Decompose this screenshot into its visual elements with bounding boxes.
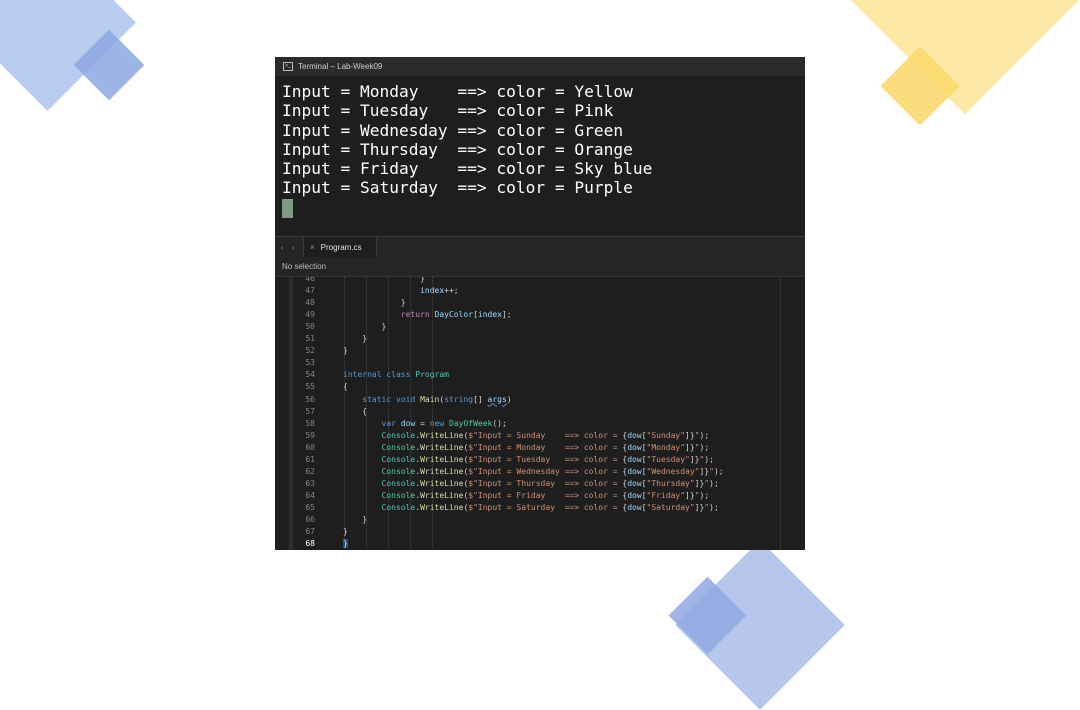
- code-line: }: [343, 334, 368, 344]
- selection-status: No selection: [275, 257, 805, 277]
- line-number: 62: [305, 466, 315, 476]
- line-number: 56: [305, 394, 315, 404]
- terminal-line: Input = Wednesday ==> color = Green: [282, 120, 624, 140]
- code-line: return DayColor[index];: [400, 310, 512, 320]
- terminal-cursor: [282, 198, 293, 218]
- code-line: Console.WriteLine($"Input = Sunday ==> c…: [381, 430, 710, 440]
- screenshot-window: >_ Terminal – Lab-Week09 Input = Monday …: [275, 57, 805, 550]
- line-number: 68: [305, 539, 315, 549]
- code-line: }: [343, 539, 348, 549]
- terminal-title-bar: >_ Terminal – Lab-Week09: [275, 57, 805, 76]
- code-line: }: [343, 322, 387, 332]
- code-line: Console.WriteLine($"Input = Thursday ==>…: [381, 478, 719, 488]
- code-line: {: [343, 382, 348, 392]
- code-editor[interactable]: 46 47 48 49 50 51 52 53 54 55 56 57 58 59 60 61 62 63 64 65…: [275, 277, 805, 550]
- line-number: 57: [305, 406, 315, 416]
- code-line: index++;: [420, 286, 459, 296]
- terminal-output[interactable]: Input = Monday ==> color = Yellow Input …: [275, 76, 805, 236]
- terminal-line: Input = Tuesday ==> color = Pink: [282, 101, 614, 121]
- code-line: }: [343, 527, 348, 537]
- tab-label: Program.cs: [320, 242, 362, 252]
- line-number: 58: [305, 418, 315, 428]
- code-line: }: [343, 515, 368, 524]
- terminal-line: Input = Monday ==> color = Yellow: [282, 82, 633, 101]
- nav-arrows-icon[interactable]: ‹ ›: [275, 243, 303, 252]
- decor-shape-yellow: [830, 0, 1080, 115]
- code-line: internal class Program: [343, 370, 449, 380]
- editor-ruler: [780, 277, 781, 550]
- code-line: Console.WriteLine($"Input = Wednesday ==…: [381, 466, 724, 476]
- code-line: }: [343, 298, 406, 308]
- close-icon[interactable]: ×: [310, 243, 315, 252]
- line-number: 65: [305, 502, 315, 512]
- line-number: 50: [305, 322, 315, 332]
- code-line: Console.WriteLine($"Input = Tuesday ==> …: [381, 454, 714, 464]
- code-line: }: [343, 346, 348, 356]
- line-number: 59: [305, 430, 315, 440]
- line-number: 51: [305, 334, 315, 344]
- line-number: 64: [305, 490, 315, 500]
- terminal-icon: >_: [283, 62, 293, 71]
- line-number: 67: [305, 527, 315, 537]
- code-line: {: [343, 406, 368, 416]
- line-number: 66: [305, 515, 315, 524]
- code-line: static void Main(string[] args): [362, 394, 512, 404]
- code-line: Console.WriteLine($"Input = Saturday ==>…: [381, 502, 719, 512]
- terminal-line: Input = Thursday ==> color = Orange: [282, 139, 633, 159]
- line-number: 53: [305, 358, 315, 368]
- line-number: 60: [305, 442, 315, 452]
- terminal-line: Input = Friday ==> color = Sky blue: [282, 159, 653, 179]
- code-line: var dow = new DayOfWeek();: [381, 418, 507, 428]
- code-line: Console.WriteLine($"Input = Monday ==> c…: [381, 442, 710, 452]
- tab-program-cs[interactable]: × Program.cs: [303, 237, 377, 257]
- line-number: 47: [305, 286, 315, 296]
- editor-tab-bar: ‹ › × Program.cs: [275, 236, 805, 257]
- line-number: 61: [305, 454, 315, 464]
- line-number: 52: [305, 346, 315, 356]
- line-number: 55: [305, 382, 315, 392]
- line-number: 49: [305, 310, 315, 320]
- line-number: 46: [305, 277, 315, 283]
- line-number: 48: [305, 298, 315, 308]
- line-number: 63: [305, 478, 315, 488]
- terminal-line: Input = Saturday ==> color = Purple: [282, 178, 633, 198]
- terminal-title: Terminal – Lab-Week09: [298, 62, 383, 71]
- line-number: 54: [305, 370, 315, 380]
- code-line: }: [343, 277, 425, 283]
- code-line: Console.WriteLine($"Input = Friday ==> c…: [381, 490, 710, 500]
